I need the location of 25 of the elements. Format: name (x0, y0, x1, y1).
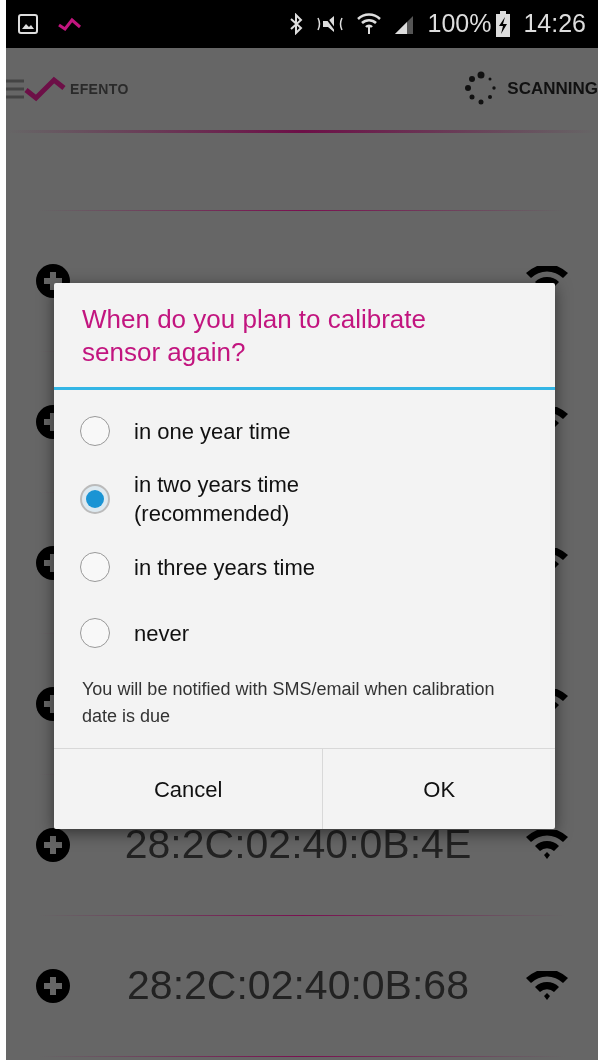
mute-icon (315, 13, 346, 35)
dialog-button[interactable]: Cancel (54, 749, 324, 829)
clock-time: 14:26 (523, 8, 586, 40)
wifi-icon (526, 971, 568, 1001)
radio-option[interactable]: in one year time (54, 398, 555, 464)
radio-option[interactable]: never (54, 600, 555, 666)
signal-icon (393, 14, 416, 34)
battery-percentage: 100% (427, 8, 492, 40)
bluetooth-icon (289, 13, 304, 35)
brand-name: EFENTO (70, 79, 129, 99)
wifi-icon (526, 830, 568, 860)
picture-notification-icon (18, 14, 38, 34)
radio-button[interactable] (80, 416, 110, 446)
radio-option[interactable]: in three years time (54, 534, 555, 600)
notification-note: You will be notified with SMS/email when calibration date is due (82, 678, 496, 728)
radio-button[interactable] (80, 552, 110, 582)
radio-option[interactable]: in two years time (recommended) (54, 464, 555, 534)
wifi-status-icon (357, 13, 382, 35)
scanning-status: SCANNING (507, 78, 598, 101)
battery-charging-icon (495, 11, 512, 37)
wave-notification-icon (58, 17, 82, 31)
device-address: 28:2C:02:40:0B:68 (127, 962, 469, 1009)
radio-button[interactable] (80, 484, 110, 514)
radio-button[interactable] (80, 618, 110, 648)
dialog-title: When do you plan to calibrate sensor again? (82, 303, 427, 369)
